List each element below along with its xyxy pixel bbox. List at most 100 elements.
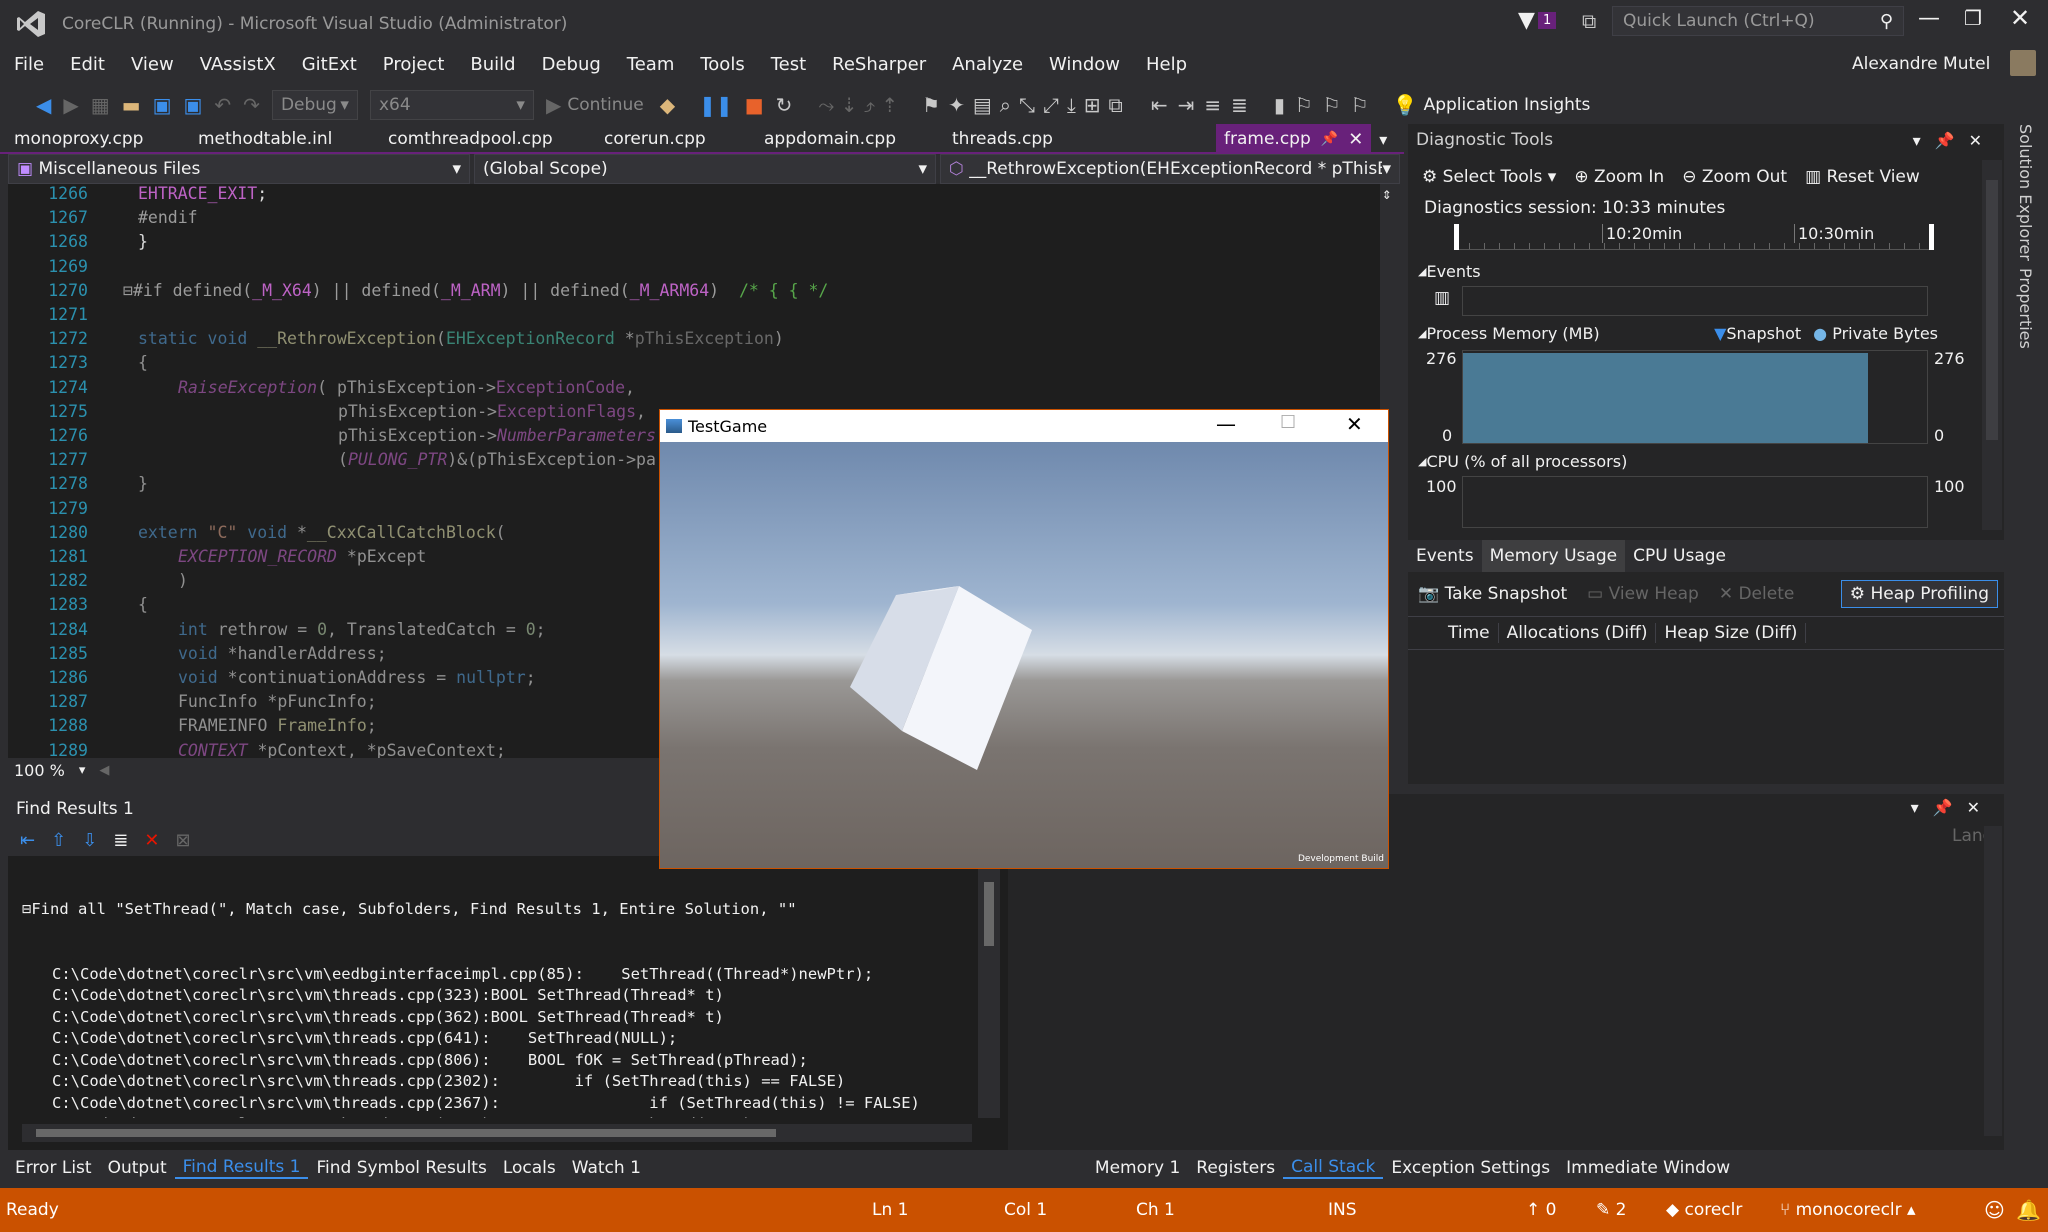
properties-tab[interactable]: Properties <box>2016 268 2035 349</box>
tab-registers[interactable]: Registers <box>1188 1158 1283 1178</box>
col-heap-size[interactable]: Heap Size (Diff) <box>1656 623 1807 643</box>
tab-monoproxy[interactable]: monoproxy.cpp <box>0 124 184 154</box>
timeline-end-handle[interactable] <box>1929 224 1934 250</box>
tab-immediate-window[interactable]: Immediate Window <box>1558 1158 1738 1178</box>
reset-view-button[interactable]: ▥ Reset View <box>1805 167 1920 187</box>
undo-icon[interactable]: ↶ <box>214 93 231 117</box>
solution-explorer-tab[interactable]: Solution Explorer <box>2016 124 2035 261</box>
diag-scrollbar[interactable] <box>1982 160 2002 530</box>
find-result-line[interactable]: C:\Code\dotnet\coreclr\src\vm\threads.cp… <box>22 1071 1008 1093</box>
stop-find-icon[interactable]: ✕ <box>144 830 159 851</box>
notification-badge[interactable]: 1 <box>1538 12 1557 29</box>
continue-icon[interactable]: ▶ <box>546 93 561 117</box>
tab-call-stack[interactable]: Call Stack <box>1283 1157 1384 1179</box>
collapse-icon[interactable]: ⊟ <box>22 900 31 918</box>
tab-methodtable[interactable]: methodtable.inl <box>184 124 374 154</box>
game-minimize-button[interactable]: — <box>1216 412 1236 436</box>
find-result-line[interactable]: C:\Code\dotnet\coreclr\src\vm\threads.cp… <box>22 1028 1008 1050</box>
lightbulb-icon[interactable]: 💡 <box>1393 93 1418 117</box>
zoom-level[interactable]: 100 % <box>14 761 65 780</box>
forward-icon[interactable]: ▶ <box>63 93 78 117</box>
menu-file[interactable]: File <box>1 54 57 75</box>
game-maximize-button[interactable]: ☐ <box>1280 412 1296 433</box>
find-result-line[interactable]: C:\Code\dotnet\coreclr\src\vm\threads.cp… <box>22 1093 1008 1115</box>
menu-project[interactable]: Project <box>370 54 458 75</box>
feedback-smiley-icon[interactable]: ☺ <box>1984 1198 2005 1222</box>
find-result-line[interactable]: C:\Code\dotnet\coreclr\src\vm\threads.cp… <box>22 1050 1008 1072</box>
minimize-button[interactable]: — <box>1918 6 1940 31</box>
format-icons[interactable]: ⇤⇥≡≣ <box>1151 93 1258 117</box>
close-tab-icon[interactable]: ✕ <box>1348 129 1363 150</box>
menu-view[interactable]: View <box>118 54 187 75</box>
menu-resharper[interactable]: ReSharper <box>819 54 939 75</box>
events-section-header[interactable]: ◢ Events <box>1418 262 1481 281</box>
tab-exception-settings[interactable]: Exception Settings <box>1383 1158 1558 1178</box>
menu-test[interactable]: Test <box>758 54 819 75</box>
step-icons[interactable]: ⤳ ⇣ ⤴ ⇡ <box>818 93 898 117</box>
save-icon[interactable]: ▣ <box>153 93 172 117</box>
col-time[interactable]: Time <box>1440 623 1499 643</box>
restore-button[interactable]: ❐ <box>1964 6 1982 30</box>
pause-events-icon[interactable]: ▥ <box>1434 288 1450 308</box>
process-icon[interactable]: ◆ <box>660 93 675 117</box>
menu-build[interactable]: Build <box>457 54 528 75</box>
bookmark-icons[interactable]: ▮⚐⚐⚐ <box>1274 93 1379 117</box>
tab-appdomain[interactable]: appdomain.cpp <box>750 124 938 154</box>
menu-team[interactable]: Team <box>614 54 688 75</box>
config-combo[interactable]: Debug ▾ <box>271 90 358 120</box>
tab-threads[interactable]: threads.cpp <box>938 124 1216 154</box>
continue-button[interactable]: Continue <box>567 95 643 115</box>
tab-corerun[interactable]: corerun.cpp <box>590 124 750 154</box>
tab-memory-usage[interactable]: Memory Usage <box>1481 540 1626 572</box>
find-result-line[interactable]: C:\Code\dotnet\coreclr\src\vm\threads.cp… <box>22 985 1008 1007</box>
test-game-window[interactable]: TestGame — ☐ ✕ Development Build <box>659 409 1389 869</box>
menu-tools[interactable]: Tools <box>687 54 757 75</box>
tab-memory[interactable]: Memory 1 <box>1087 1158 1188 1178</box>
platform-combo[interactable]: x64 ▾ <box>369 90 534 120</box>
branch-selector[interactable]: ⑂ monocoreclr ▴ <box>1780 1200 1916 1220</box>
tab-output[interactable]: Output <box>100 1158 175 1178</box>
menu-window[interactable]: Window <box>1036 54 1133 75</box>
tab-overflow-icon[interactable]: ▾ <box>1379 130 1387 149</box>
cancel-icon[interactable]: ⊠ <box>175 830 190 851</box>
cpu-graph[interactable] <box>1462 476 1928 528</box>
select-tools-button[interactable]: ⚙ Select Tools ▾ <box>1422 167 1556 187</box>
menu-analyze[interactable]: Analyze <box>939 54 1036 75</box>
tab-watch[interactable]: Watch 1 <box>564 1158 649 1178</box>
zoom-in-button[interactable]: ⊕ Zoom In <box>1574 167 1664 187</box>
find-result-line[interactable]: C:\Code\dotnet\coreclr\src\vm\eedbginter… <box>22 964 1008 986</box>
game-viewport[interactable]: Development Build <box>660 442 1388 868</box>
prev-result-icon[interactable]: ⇧ <box>51 830 66 851</box>
game-title-bar[interactable]: TestGame — ☐ ✕ <box>660 410 1388 442</box>
tab-find-symbol-results[interactable]: Find Symbol Results <box>308 1158 494 1178</box>
timeline-ruler[interactable]: 10:20min 10:30min <box>1454 224 1934 250</box>
col-allocations[interactable]: Allocations (Diff) <box>1499 623 1657 643</box>
memory-section-header[interactable]: ◢ Process Memory (MB) ▼Snapshot ● Private… <box>1418 324 1938 343</box>
timeline-start-handle[interactable] <box>1454 224 1459 250</box>
heap-profiling-button[interactable]: ⚙ Heap Profiling <box>1840 580 1998 608</box>
take-snapshot-button[interactable]: 📷 Take Snapshot <box>1418 584 1567 604</box>
next-result-icon[interactable]: ⇩ <box>82 830 97 851</box>
tab-frame-active[interactable]: frame.cpp 📌 ✕ <box>1216 124 1372 154</box>
panel-controls[interactable]: ▾📌✕ <box>1913 131 1996 150</box>
tab-locals[interactable]: Locals <box>495 1158 564 1178</box>
new-project-icon[interactable]: ▦ <box>91 93 110 117</box>
find-vscroll[interactable] <box>978 866 1000 1118</box>
menu-debug[interactable]: Debug <box>529 54 614 75</box>
back-icon[interactable]: ◀ <box>36 93 51 117</box>
user-name[interactable]: Alexandre Mutel <box>1852 54 1990 74</box>
feedback-icon[interactable]: ⧉ <box>1582 9 1596 33</box>
menu-gitext[interactable]: GitExt <box>289 54 370 75</box>
pin-icon[interactable]: 📌 <box>1321 131 1338 147</box>
project-combo[interactable]: ▣ Miscellaneous Files ▾ <box>8 154 470 184</box>
delete-button[interactable]: ✕ Delete <box>1719 584 1795 604</box>
stop-icon[interactable]: ■ <box>745 93 764 117</box>
pause-icon[interactable]: ❚❚ <box>699 93 733 117</box>
game-close-button[interactable]: ✕ <box>1346 412 1363 436</box>
cpu-section-header[interactable]: ◢ CPU (% of all processors) <box>1418 452 1627 471</box>
publish-status[interactable]: ↑ 0 <box>1526 1200 1556 1220</box>
find-result-line[interactable]: C:\Code\dotnet\coreclr\src\vm\threads.cp… <box>22 1114 1008 1118</box>
find-hscroll[interactable] <box>22 1124 972 1142</box>
memory-graph[interactable] <box>1462 350 1928 444</box>
scope-combo[interactable]: (Global Scope) ▾ <box>474 154 936 184</box>
